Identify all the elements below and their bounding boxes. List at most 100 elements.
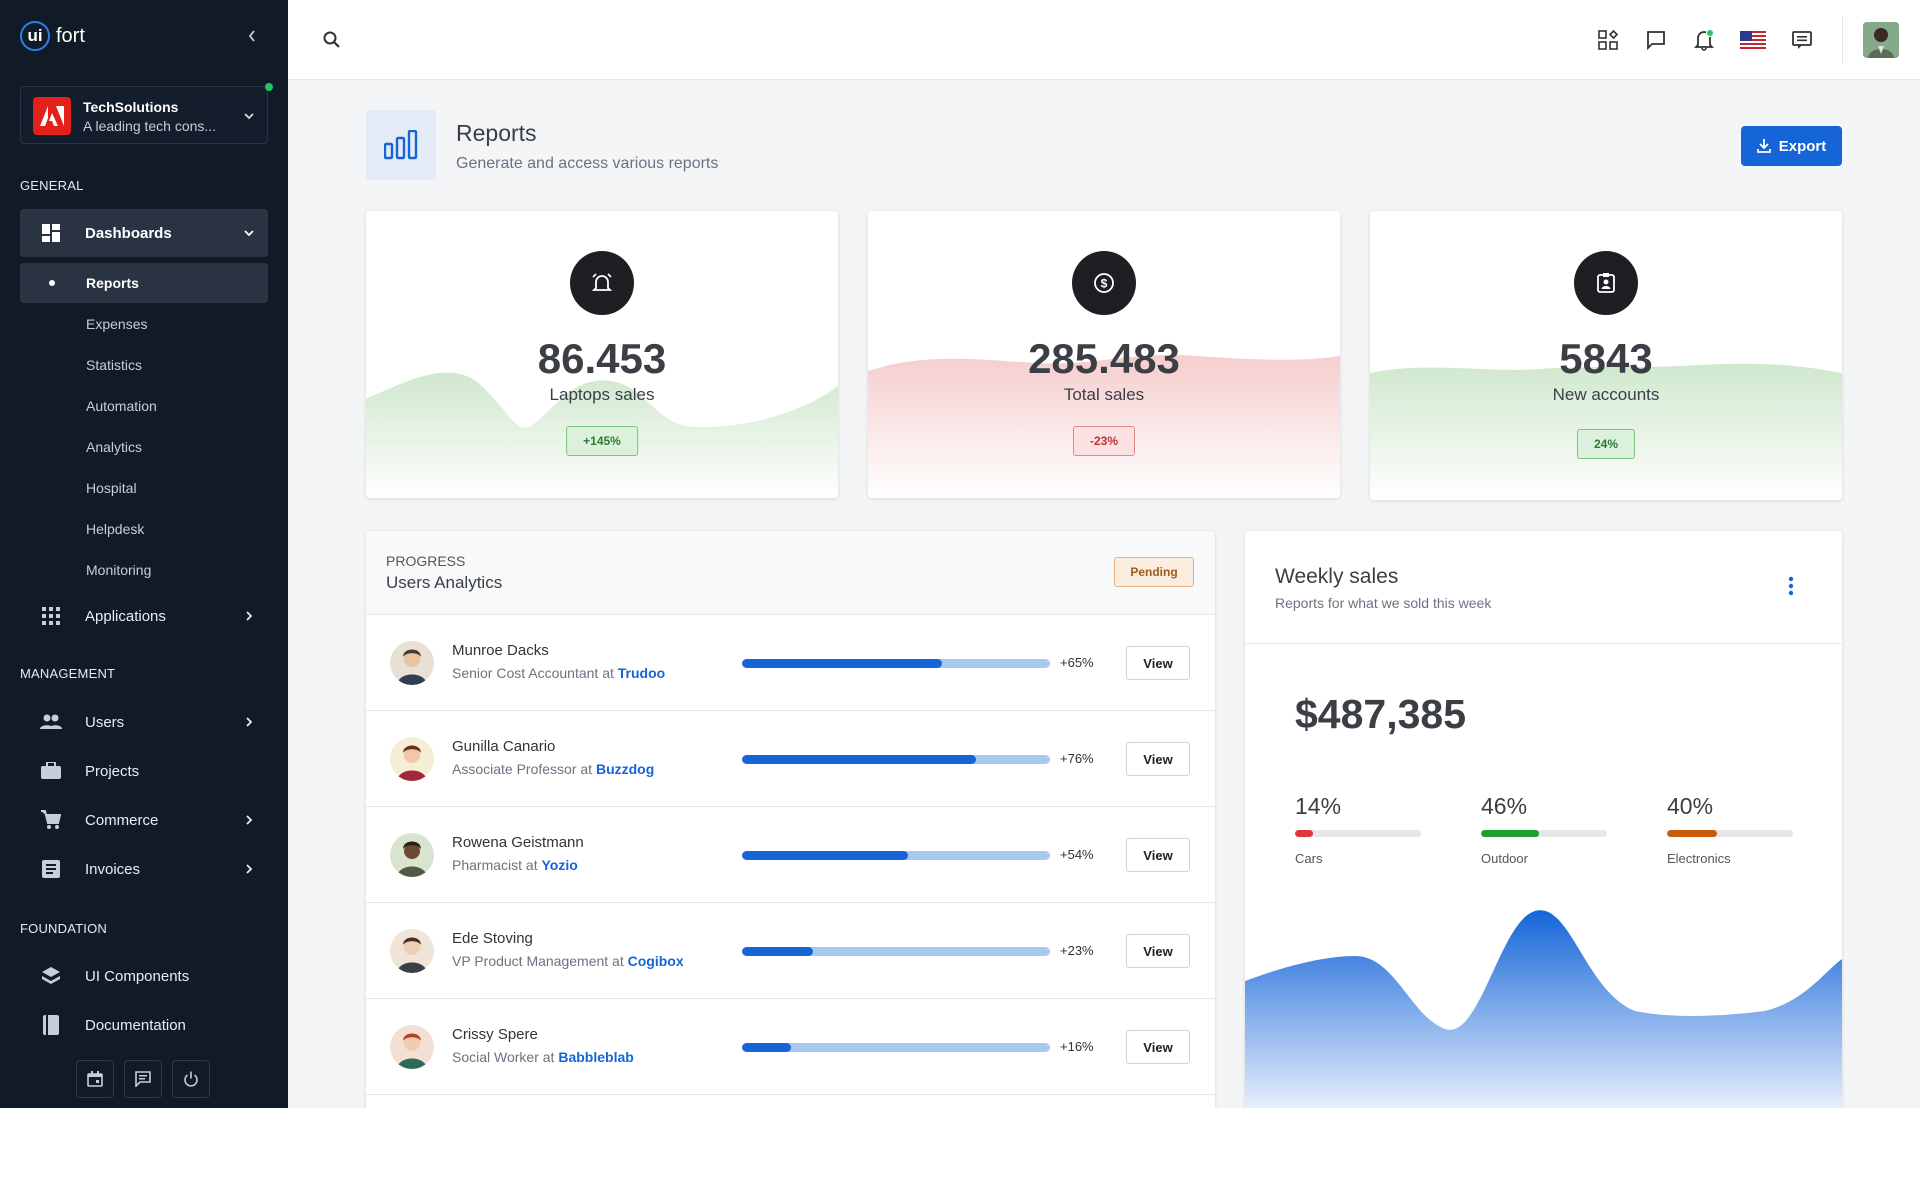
table-row: Gunilla CanarioAssociate Professor at Bu… — [366, 711, 1215, 807]
avatar — [390, 737, 434, 781]
topbar — [288, 0, 1920, 80]
users-analytics-card: PROGRESS Users Analytics Pending Munroe … — [366, 531, 1215, 1108]
download-icon — [1757, 139, 1771, 153]
sidebar-item-dashboards[interactable]: Dashboards — [20, 209, 268, 257]
sidebar-item-documentation[interactable]: Documentation — [20, 1001, 268, 1049]
weekly-total: $487,385 — [1295, 691, 1466, 738]
sidebar-item-users[interactable]: Users — [20, 698, 268, 746]
company-link[interactable]: Trudoo — [618, 665, 665, 681]
avatar — [390, 833, 434, 877]
calendar-icon — [87, 1071, 103, 1087]
progress-bar — [742, 851, 1050, 860]
activity-button[interactable] — [1790, 28, 1814, 52]
progress-bar — [742, 755, 1050, 764]
sidebar-item-applications[interactable]: Applications — [20, 592, 268, 640]
chevron-right-icon — [242, 862, 256, 876]
stat-value: 86.453 — [366, 335, 838, 383]
user-role: VP Product Management at Cogibox — [452, 953, 684, 969]
sidebar-subitem-label: Helpdesk — [86, 521, 144, 537]
sidebar-item-invoices[interactable]: Invoices — [20, 845, 268, 893]
sidebar-subitem-label: Analytics — [86, 439, 142, 455]
user-name: Munroe Dacks — [452, 642, 549, 659]
chevron-right-icon — [242, 813, 256, 827]
sidebar-item-projects[interactable]: Projects — [20, 747, 268, 795]
sidebar-subitem-automation[interactable]: Automation — [20, 386, 268, 426]
company-link[interactable]: Babbleblab — [558, 1049, 633, 1065]
logo-text: fort — [56, 25, 85, 48]
sidebar-item-label: Dashboards — [85, 225, 172, 242]
apps-button[interactable] — [1596, 28, 1620, 52]
online-status-dot — [265, 83, 273, 91]
sidebar-subitem-statistics[interactable]: Statistics — [20, 345, 268, 385]
more-options-button[interactable] — [1785, 575, 1797, 597]
progress-fill — [742, 659, 942, 668]
sidebar-subitem-reports[interactable]: Reports — [20, 263, 268, 303]
sidebar: ui fort TechSolutions A leading tech con… — [0, 0, 288, 1108]
progress-fill — [742, 947, 813, 956]
category-name: Electronics — [1667, 851, 1793, 866]
sidebar-item-ui-components[interactable]: UI Components — [20, 952, 268, 1000]
language-button[interactable] — [1740, 28, 1766, 52]
sidebar-subitem-hospital[interactable]: Hospital — [20, 468, 268, 508]
company-link[interactable]: Buzzdog — [596, 761, 654, 777]
progress-percent: +54% — [1060, 847, 1094, 862]
category-bar-fill — [1295, 830, 1313, 837]
sidebar-subitem-analytics[interactable]: Analytics — [20, 427, 268, 467]
collapse-sidebar-button[interactable] — [244, 26, 260, 46]
sidebar-subitem-monitoring[interactable]: Monitoring — [20, 550, 268, 590]
progress-bar — [742, 1043, 1050, 1052]
logout-button[interactable] — [172, 1060, 210, 1098]
page-title: Reports — [456, 120, 537, 147]
brand-logo[interactable]: ui fort — [20, 20, 85, 52]
sidebar-subitem-helpdesk[interactable]: Helpdesk — [20, 509, 268, 549]
messages-button[interactable] — [124, 1060, 162, 1098]
avatar — [390, 929, 434, 973]
company-link[interactable]: Yozio — [541, 857, 577, 873]
category-1: 46%Outdoor — [1481, 793, 1607, 866]
progress-bar — [742, 659, 1050, 668]
view-button[interactable]: View — [1126, 934, 1190, 968]
view-button[interactable]: View — [1126, 1030, 1190, 1064]
view-button[interactable]: View — [1126, 838, 1190, 872]
section-foundation: FOUNDATION — [20, 921, 107, 936]
export-button[interactable]: Export — [1741, 126, 1842, 166]
progress-percent: +76% — [1060, 751, 1094, 766]
sidebar-item-label: Commerce — [85, 812, 158, 829]
user-name: Crissy Spere — [452, 1026, 538, 1043]
org-switcher[interactable]: TechSolutions A leading tech cons... — [20, 86, 268, 144]
search-button[interactable] — [320, 28, 344, 52]
sidebar-item-commerce[interactable]: Commerce — [20, 796, 268, 844]
company-link[interactable]: Cogibox — [628, 953, 684, 969]
sidebar-item-label: Invoices — [85, 861, 140, 878]
stat-label: Total sales — [868, 385, 1340, 405]
card-title: Weekly sales — [1275, 565, 1398, 589]
sidebar-item-label: Projects — [85, 763, 139, 780]
bell-icon — [1694, 29, 1714, 51]
chevron-down-icon — [242, 226, 256, 240]
user-avatar[interactable] — [1863, 22, 1899, 58]
role-text: Senior Cost Accountant at — [452, 665, 614, 681]
stat-change-badge: +145% — [566, 426, 638, 456]
chat-button[interactable] — [1644, 28, 1668, 52]
notifications-button[interactable] — [1692, 28, 1716, 52]
user-name: Rowena Geistmann — [452, 834, 584, 851]
category-bar — [1295, 830, 1421, 837]
table-row: Rowena Geistmann Pharmacist at Yozio +54% V… — [366, 807, 1215, 903]
dashboard-icon — [40, 222, 62, 244]
apps-grid-icon — [40, 605, 62, 627]
chevron-left-icon — [247, 29, 257, 43]
sidebar-item-label: UI Components — [85, 968, 189, 985]
export-label: Export — [1779, 138, 1827, 155]
category-percent: 14% — [1295, 793, 1421, 820]
status-badge: Pending — [1114, 557, 1194, 587]
org-name: TechSolutions — [83, 99, 178, 115]
role-text: Pharmacist at — [452, 857, 538, 873]
view-button[interactable]: View — [1126, 646, 1190, 680]
view-button[interactable]: View — [1126, 742, 1190, 776]
progress-fill — [742, 1043, 791, 1052]
category-percent: 40% — [1667, 793, 1793, 820]
calendar-button[interactable] — [76, 1060, 114, 1098]
sidebar-subitem-expenses[interactable]: Expenses — [20, 304, 268, 344]
user-role: Social Worker at Babbleblab — [452, 1049, 634, 1065]
apps-icon — [1598, 30, 1618, 50]
